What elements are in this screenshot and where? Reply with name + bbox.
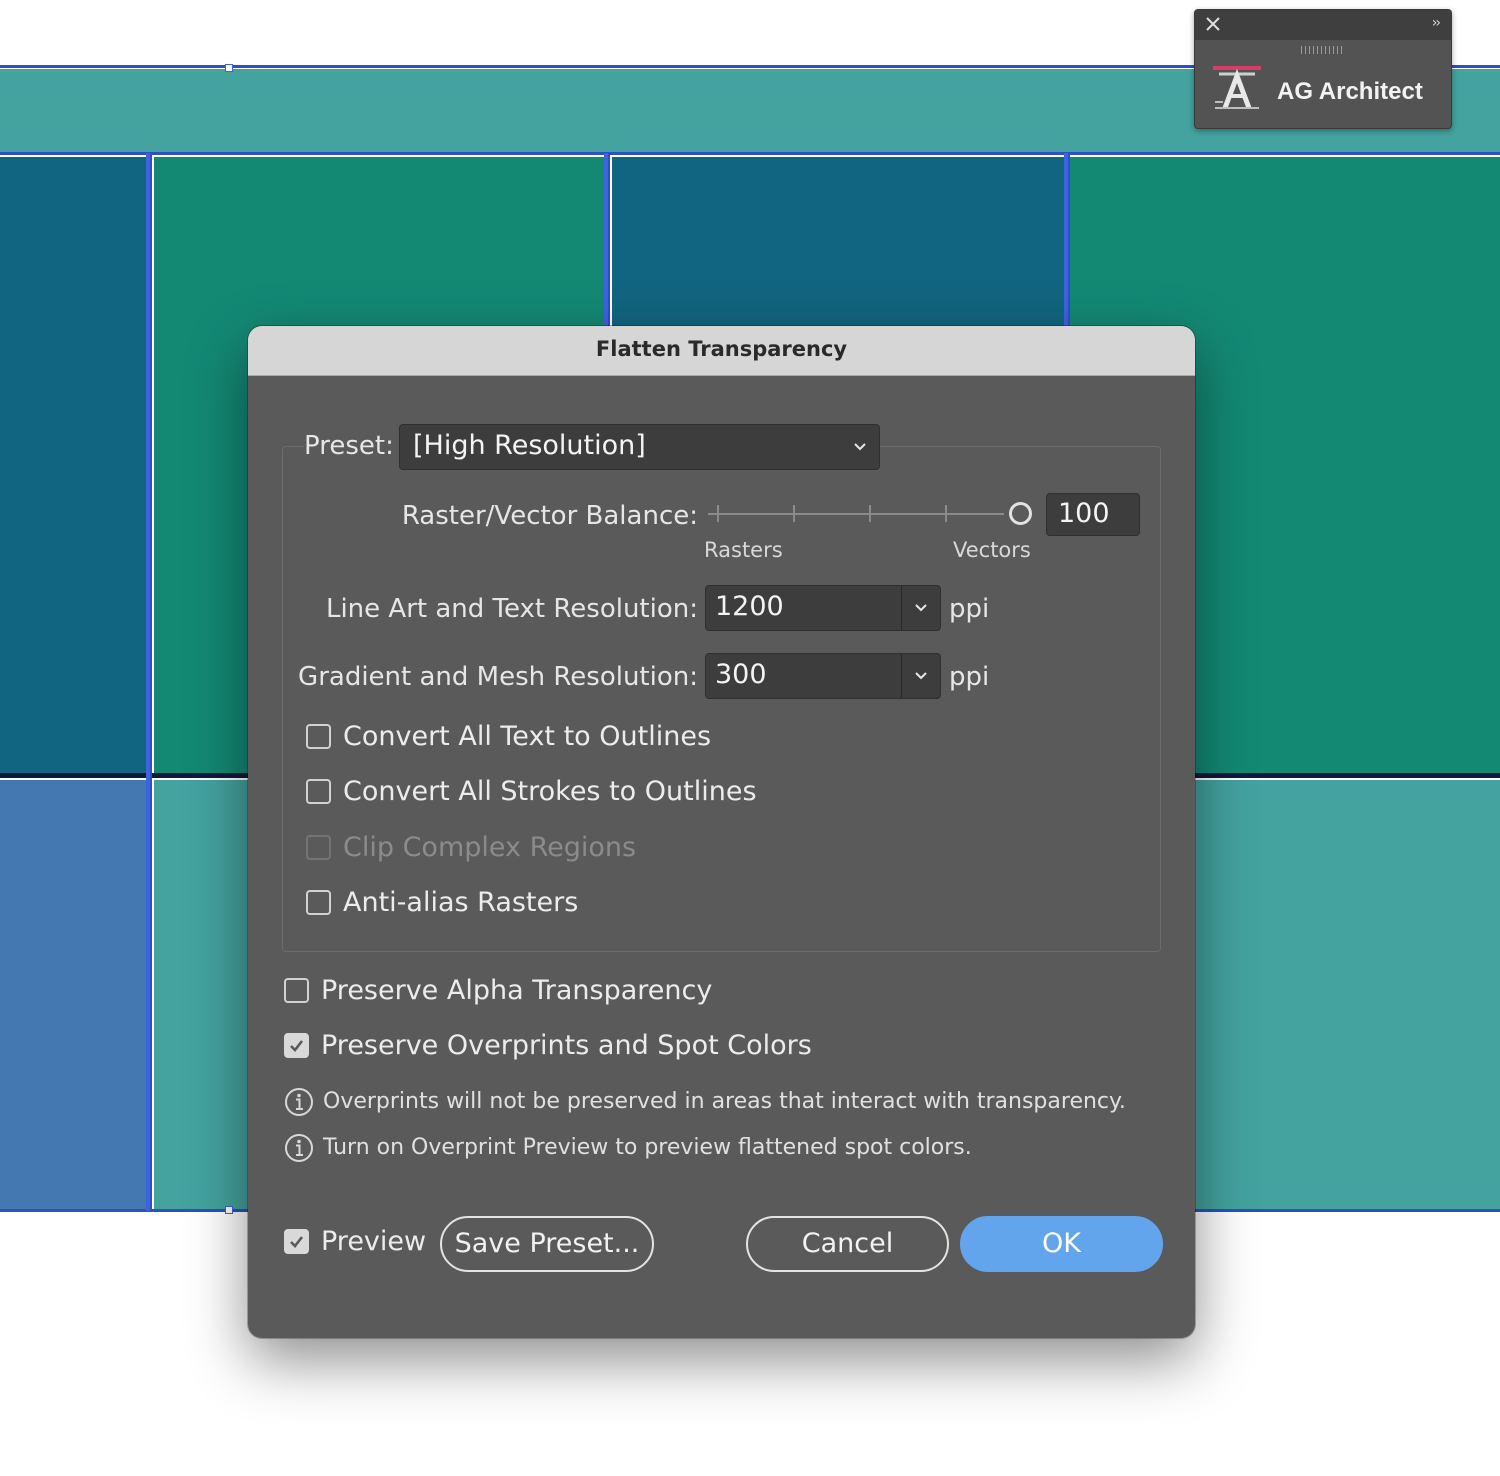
close-icon[interactable] xyxy=(1205,16,1221,32)
selection-handle[interactable] xyxy=(225,64,233,72)
guide-line xyxy=(150,153,152,1211)
preserve-alpha-label[interactable]: Preserve Alpha Transparency xyxy=(321,975,712,1006)
slider-thumb[interactable] xyxy=(1009,502,1032,525)
preserve-overprints-label[interactable]: Preserve Overprints and Spot Colors xyxy=(321,1030,812,1061)
line-art-resolution-dropdown[interactable] xyxy=(902,586,940,630)
preserve-alpha-checkbox[interactable] xyxy=(284,978,309,1003)
cancel-button[interactable]: Cancel xyxy=(746,1216,949,1272)
gradient-unit: ppi xyxy=(949,662,990,692)
panel-item-ag-architect[interactable]: AG Architect xyxy=(1211,64,1441,114)
chevron-down-icon xyxy=(915,672,927,680)
gradient-resolution-dropdown[interactable] xyxy=(902,654,940,698)
convert-text-label[interactable]: Convert All Text to Outlines xyxy=(343,721,711,752)
vectors-label: Vectors xyxy=(953,538,1031,562)
save-preset-button[interactable]: Save Preset... xyxy=(440,1216,654,1272)
dialog-titlebar[interactable]: Flatten Transparency xyxy=(248,326,1195,376)
convert-text-checkbox[interactable] xyxy=(306,724,331,749)
flatten-transparency-dialog: Flatten Transparency Preset: [High Resol… xyxy=(248,326,1195,1338)
overprint-info-text: Overprints will not be preserved in area… xyxy=(323,1089,1126,1114)
preset-dropdown[interactable]: [High Resolution] xyxy=(399,424,880,470)
gradient-resolution-label: Gradient and Mesh Resolution: xyxy=(298,662,698,692)
info-icon xyxy=(285,1134,313,1162)
clip-complex-regions-checkbox xyxy=(306,835,331,860)
balance-value: 100 xyxy=(1058,498,1110,529)
floating-panel: ›› AG Architect xyxy=(1194,9,1452,129)
slider-tick xyxy=(945,505,947,522)
convert-strokes-checkbox[interactable] xyxy=(306,779,331,804)
balance-label: Raster/Vector Balance: xyxy=(401,501,698,531)
expand-panel-icon[interactable]: ›› xyxy=(1432,15,1441,31)
chevron-down-icon xyxy=(915,604,927,612)
slider-tick xyxy=(869,505,871,522)
guide-line xyxy=(0,152,1500,155)
line-art-resolution-combo[interactable]: 1200 xyxy=(705,585,941,631)
preset-value: [High Resolution] xyxy=(413,430,646,461)
clip-complex-regions-label: Clip Complex Regions xyxy=(343,832,637,863)
preserve-overprints-checkbox[interactable] xyxy=(284,1033,309,1058)
dialog-title: Flatten Transparency xyxy=(595,337,848,361)
convert-strokes-label[interactable]: Convert All Strokes to Outlines xyxy=(343,776,757,807)
checkmark-icon xyxy=(290,1236,304,1248)
anti-alias-label[interactable]: Anti-alias Rasters xyxy=(343,887,578,918)
preview-label[interactable]: Preview xyxy=(321,1226,426,1257)
line-art-resolution-value: 1200 xyxy=(715,591,784,622)
anti-alias-checkbox[interactable] xyxy=(306,890,331,915)
preview-checkbox[interactable] xyxy=(284,1229,309,1254)
slider-tick xyxy=(793,505,795,522)
text-tool-icon xyxy=(1213,66,1261,109)
panel-item-label: AG Architect xyxy=(1277,78,1423,105)
info-icon xyxy=(285,1088,313,1116)
rasters-label: Rasters xyxy=(704,538,783,562)
gradient-resolution-value: 300 xyxy=(715,659,767,690)
overprint-preview-info-text: Turn on Overprint Preview to preview fla… xyxy=(323,1135,972,1160)
chevron-down-icon xyxy=(854,443,866,451)
balance-value-field[interactable]: 100 xyxy=(1046,493,1140,536)
selection-handle[interactable] xyxy=(225,1206,233,1214)
panel-header xyxy=(1195,10,1451,40)
tile-row1-col1 xyxy=(0,157,146,773)
checkmark-icon xyxy=(290,1040,304,1052)
preset-label: Preset: xyxy=(304,431,400,461)
line-art-unit: ppi xyxy=(949,594,990,624)
slider-track[interactable] xyxy=(708,513,1004,515)
ok-button[interactable]: OK xyxy=(960,1216,1163,1272)
gradient-resolution-combo[interactable]: 300 xyxy=(705,653,941,699)
tile-row2-col1 xyxy=(0,780,146,1210)
line-art-resolution-label: Line Art and Text Resolution: xyxy=(325,594,698,624)
panel-grip[interactable] xyxy=(1301,46,1345,54)
slider-tick xyxy=(717,505,719,522)
